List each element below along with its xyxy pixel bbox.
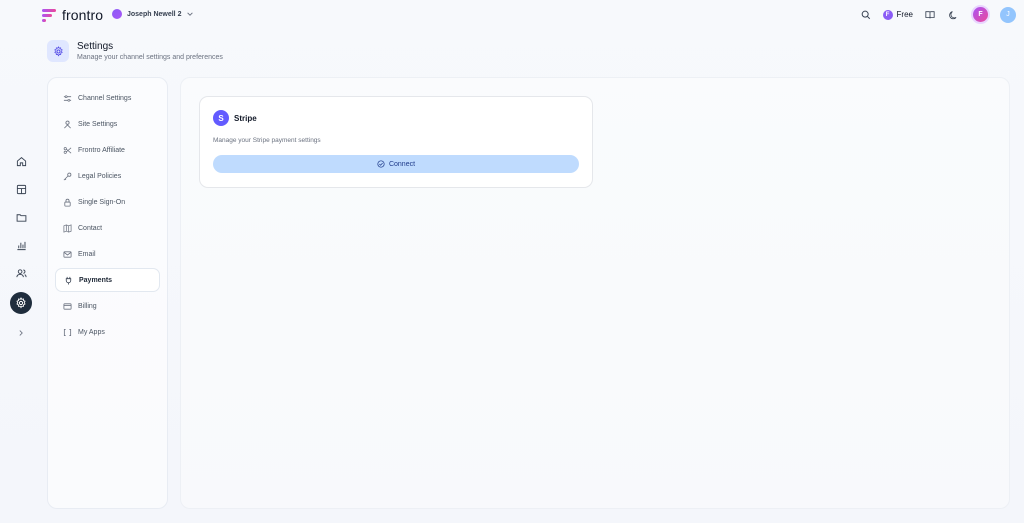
key-icon [63, 172, 72, 181]
lock-icon [63, 198, 72, 207]
affiliate-icon [63, 146, 72, 155]
nav-item-single-sign-on[interactable]: Single Sign-On [55, 190, 160, 214]
settings-nav: Channel Settings Site Settings Frontro A… [47, 77, 168, 509]
channel-avatar [112, 9, 122, 19]
nav-item-label: Email [78, 250, 96, 258]
connect-button[interactable]: Connect [213, 155, 579, 173]
stripe-logo-icon: S [213, 110, 229, 126]
mail-icon [63, 250, 72, 259]
folder-icon[interactable] [10, 208, 32, 226]
nav-item-my-apps[interactable]: My Apps [55, 320, 160, 344]
app-name: frontro [62, 7, 104, 23]
book-icon[interactable] [923, 8, 937, 22]
credit-card-icon [63, 302, 72, 311]
check-circle-icon [377, 160, 385, 168]
apps-icon [63, 328, 72, 337]
page-header: Settings Manage your channel settings an… [47, 40, 223, 62]
nav-item-contact[interactable]: Contact [55, 216, 160, 240]
stripe-card-title: Stripe [234, 113, 257, 123]
map-icon [63, 223, 72, 233]
nav-item-billing[interactable]: Billing [55, 294, 160, 318]
nav-item-label: Payments [79, 276, 113, 284]
user-avatar[interactable]: J [1000, 6, 1016, 23]
stripe-card: S Stripe Manage your Stripe payment sett… [199, 96, 593, 188]
app-logo[interactable]: frontro [42, 7, 103, 23]
home-icon[interactable] [10, 152, 32, 170]
channel-name: Joseph Newell 2 [127, 10, 182, 18]
left-rail [10, 152, 32, 342]
top-right-actions: F Free F J [859, 5, 1016, 24]
nav-item-email[interactable]: Email [55, 242, 160, 266]
nav-item-label: Billing [78, 302, 97, 310]
stripe-card-header: S Stripe [213, 110, 257, 126]
connect-button-label: Connect [388, 160, 416, 168]
nav-item-label: Channel Settings [78, 94, 132, 102]
channel-switcher[interactable]: Joseph Newell 2 [112, 9, 194, 19]
page-subtitle: Manage your channel settings and prefere… [77, 54, 223, 61]
plan-badge[interactable]: F Free [882, 9, 913, 20]
users-icon[interactable] [10, 264, 32, 282]
stripe-card-description: Manage your Stripe payment settings [213, 137, 321, 144]
plan-label: Free [896, 10, 913, 19]
plug-icon [64, 276, 73, 285]
nav-item-legal-policies[interactable]: Legal Policies [55, 164, 160, 188]
nav-item-label: Frontro Affiliate [78, 146, 125, 154]
moon-icon[interactable] [947, 8, 961, 22]
top-bar: frontro Joseph Newell 2 F Free F J [0, 0, 1024, 31]
gear-icon[interactable] [10, 292, 32, 314]
sliders-icon [63, 94, 72, 103]
layout-icon[interactable] [10, 180, 32, 198]
nav-item-label: Contact [78, 224, 103, 232]
chevron-right-icon[interactable] [10, 324, 32, 342]
nav-item-payments[interactable]: Payments [55, 268, 160, 292]
plan-icon: F [882, 9, 893, 20]
nav-item-frontro-affiliate[interactable]: Frontro Affiliate [55, 138, 160, 162]
main-panel: S Stripe Manage your Stripe payment sett… [180, 77, 1010, 509]
nav-item-site-settings[interactable]: Site Settings [55, 112, 160, 136]
nav-item-label: Single Sign-On [78, 198, 126, 206]
chevron-down-icon [187, 12, 194, 16]
frontro-logo-icon [42, 8, 56, 22]
settings-gear-icon [47, 40, 69, 62]
nav-item-label: My Apps [78, 328, 105, 336]
search-icon[interactable] [859, 8, 873, 22]
nav-item-label: Legal Policies [78, 172, 122, 180]
user-icon [63, 120, 72, 129]
bar-chart-icon[interactable] [10, 236, 32, 254]
nav-item-channel-settings[interactable]: Channel Settings [55, 86, 160, 110]
nav-item-label: Site Settings [78, 120, 118, 128]
page-title: Settings [77, 41, 114, 52]
brand-avatar[interactable]: F [971, 5, 990, 24]
